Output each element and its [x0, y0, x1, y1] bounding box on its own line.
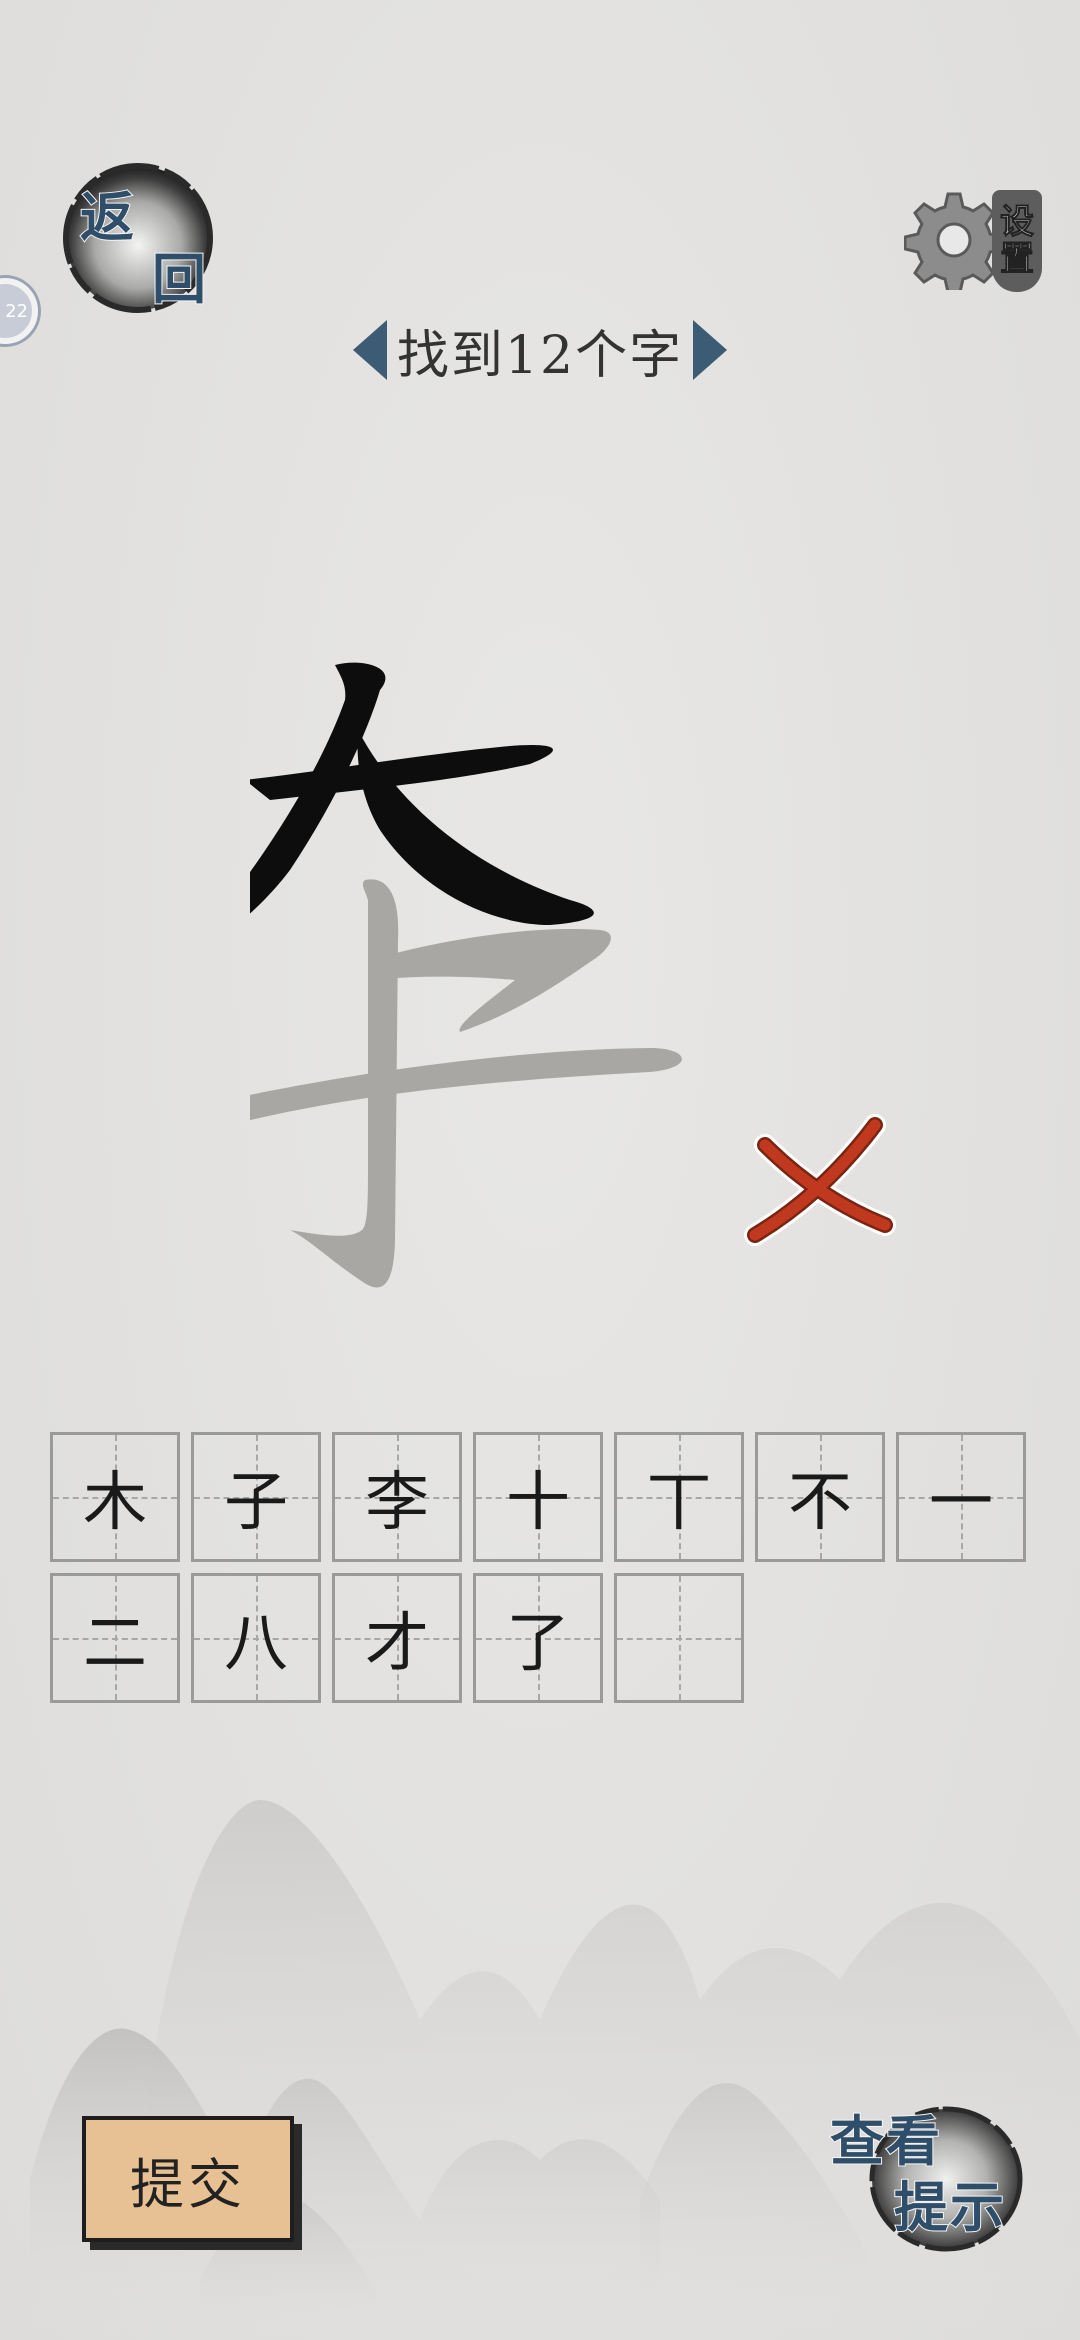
page-title: 找到12个字 — [396, 325, 684, 386]
back-label-2: 回 — [151, 247, 207, 311]
back-label-1: 返 — [79, 185, 135, 249]
settings-label-tag: 设 置 — [992, 190, 1042, 292]
grid-cell-char: 木 — [83, 1466, 147, 1540]
grid-cell-char: 十 — [506, 1466, 570, 1540]
grid-cell-char: 子 — [224, 1466, 288, 1540]
grid-cell[interactable]: 十 — [473, 1432, 603, 1562]
hint-label-1: 查看 — [829, 2109, 942, 2173]
grid-cell[interactable]: 子 — [191, 1432, 321, 1562]
grid-cell-char: 不 — [788, 1466, 852, 1540]
grid-cell[interactable]: 了 — [473, 1573, 603, 1703]
back-button[interactable]: 返 回 — [62, 162, 214, 314]
grid-cell[interactable]: 不 — [755, 1432, 885, 1562]
character-remaining-strokes — [250, 879, 682, 1288]
grid-cell[interactable]: 才 — [332, 1573, 462, 1703]
grid-cell-char: 丅 — [647, 1466, 711, 1540]
grid-cell-char: 才 — [365, 1607, 429, 1681]
grid-cell[interactable]: 李 — [332, 1432, 462, 1562]
level-badge-text: 22 — [5, 300, 28, 322]
grid-cell-char: 一 — [929, 1466, 993, 1540]
gear-icon — [904, 192, 1004, 290]
settings-label-1: 设 — [1000, 201, 1035, 242]
grid-cell[interactable]: 木 — [50, 1432, 180, 1562]
grid-cell[interactable]: 一 — [896, 1432, 1026, 1562]
grid-cell[interactable]: 八 — [191, 1573, 321, 1703]
hint-label-2: 提示 — [893, 2175, 1006, 2239]
arrow-left-icon[interactable] — [352, 320, 387, 380]
grid-cell-empty[interactable] — [614, 1573, 744, 1703]
title-bar: 找到12个字 — [340, 312, 740, 388]
submit-button[interactable]: 提交 — [82, 2116, 294, 2242]
grid-cell-char: 八 — [224, 1607, 288, 1681]
grid-cell-char: 了 — [506, 1607, 570, 1681]
settings-label-2: 置 — [1000, 239, 1035, 279]
grid-cell[interactable]: 二 — [50, 1573, 180, 1703]
submit-label: 提交 — [130, 2152, 246, 2216]
character-found-strokes — [250, 662, 594, 925]
cross-mark-icon — [744, 1114, 896, 1246]
grid-cell[interactable]: 丅 — [614, 1432, 744, 1562]
arrow-right-icon[interactable] — [693, 320, 728, 380]
grid-cell-char: 二 — [83, 1607, 147, 1681]
settings-button[interactable]: 设 置 — [904, 190, 1044, 300]
hint-button[interactable]: 查看 提示 — [826, 2100, 1026, 2260]
grid-cell-char — [617, 1576, 741, 1700]
grid-cell-char: 李 — [365, 1466, 429, 1540]
